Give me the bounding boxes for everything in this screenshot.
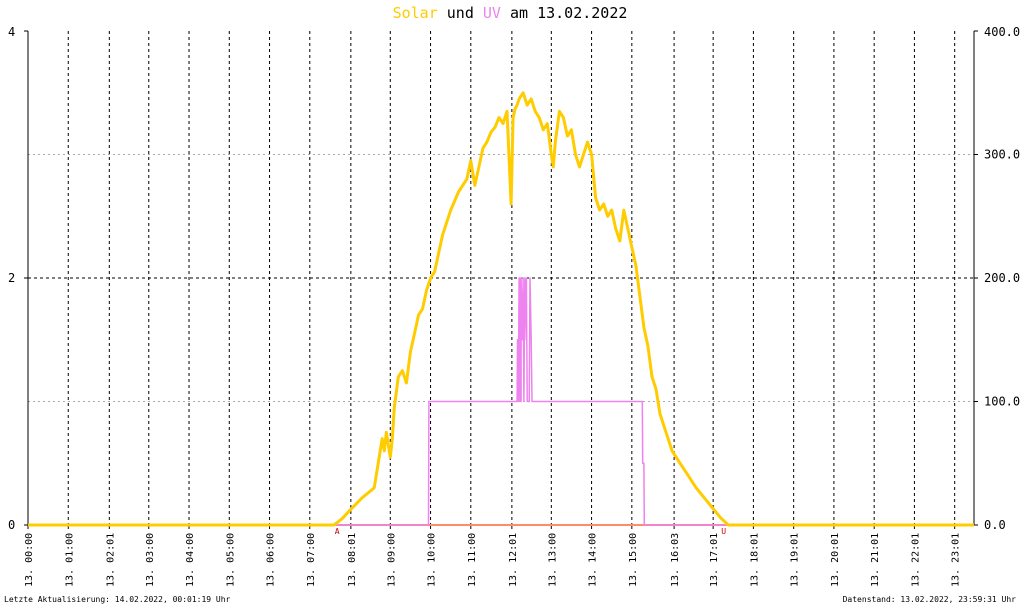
x-tick-label: 13. 14:00 — [588, 533, 599, 587]
y-right-tick-label: 0.0 — [984, 518, 1006, 532]
x-tick-label: 13. 21:01 — [870, 533, 881, 587]
x-tick-label: 13. 13:00 — [547, 533, 558, 587]
footer-data-status: Datenstand: 13.02.2022, 23:59:31 Uhr — [842, 595, 1016, 604]
series-line-solar — [28, 91, 974, 527]
x-tick-label: 13. 08:01 — [347, 533, 358, 587]
y-right-tick-label: 300.0 — [984, 148, 1020, 162]
x-tick-label: 13. 06:00 — [266, 533, 277, 587]
marker-label: A — [335, 527, 340, 536]
x-tick-label: 13. 22:01 — [910, 533, 921, 587]
x-tick-label: 13. 01:00 — [64, 533, 75, 587]
solar-uv-chart: 0 2 4 0.0 100.0 200.0 300.0 400.0 13. 00:00 13. 0… — [8, 25, 1020, 587]
y-left-tick-label: 4 — [8, 25, 15, 39]
x-tick-label: 13. 12:01 — [508, 533, 519, 587]
x-tick-label: 13. 10:00 — [427, 533, 438, 587]
x-tick-label: 13. 02:01 — [105, 533, 116, 587]
y-left-tick-label: 0 — [8, 518, 15, 532]
x-tick-label: 13. 04:00 — [185, 533, 196, 587]
x-tick-label: 13. 17:01 — [709, 533, 720, 587]
x-tick-label: 13. 05:00 — [225, 533, 236, 587]
x-tick-label: 13. 03:00 — [145, 533, 156, 587]
x-tick-label: 13. 20:01 — [830, 533, 841, 587]
footer-last-update: Letzte Aktualisierung: 14.02.2022, 00:01… — [4, 595, 231, 604]
y-right-tick-label: 200.0 — [984, 271, 1020, 285]
y-right-tick-label: 400.0 — [984, 25, 1020, 39]
x-tick-label: 13. 23:01 — [951, 533, 962, 587]
y-right-tick-label: 100.0 — [984, 395, 1020, 409]
marker-label: U — [721, 527, 726, 536]
x-tick-label: 13. 15:00 — [628, 533, 639, 587]
x-tick-label: 13. 11:00 — [467, 533, 478, 587]
x-tick-label: 13. 16:03 — [670, 533, 681, 587]
x-tick-label: 13. 00:00 — [24, 533, 35, 587]
x-tick-label: 13. 09:00 — [386, 533, 397, 587]
x-tick-label: 13. 18:01 — [749, 533, 760, 587]
x-tick-label: 13. 19:01 — [790, 533, 801, 587]
y-left-tick-label: 2 — [8, 271, 15, 285]
x-tick-label: 13. 07:00 — [306, 533, 317, 587]
